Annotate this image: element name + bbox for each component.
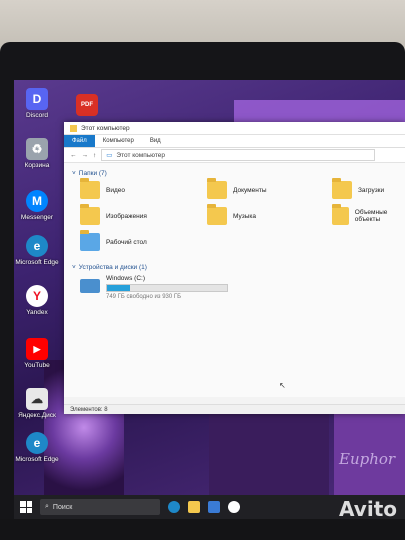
folder-video[interactable]: Видео — [80, 178, 125, 199]
window-title: Этот компьютер — [81, 124, 130, 132]
monitor-bottom — [0, 519, 405, 540]
status-bar: Элементов: 8 — [64, 404, 405, 414]
tab-view[interactable]: Вид — [142, 135, 169, 147]
messenger-icon: M — [26, 190, 48, 212]
windows-logo-tile — [26, 507, 32, 513]
devices-header-text: Устройства и диски (1) — [78, 264, 147, 271]
desktop-icon-label: Discord — [25, 112, 49, 119]
youtube-icon: ▶ — [26, 338, 48, 360]
explorer-content: ˅ Папки (7) Видео Документы Загрузки Изо… — [64, 163, 405, 397]
desktop-icon-messenger[interactable]: M Messenger — [14, 190, 60, 221]
cloud-icon: ☁ — [26, 388, 48, 410]
documents-folder-icon — [207, 178, 227, 199]
drive-usage-bar — [106, 284, 228, 292]
pictures-folder-icon — [80, 204, 100, 225]
folder-3d-objects[interactable]: Объемные объекты — [332, 204, 405, 225]
address-text: Этот компьютер — [116, 151, 166, 159]
yandex-icon: Y — [26, 285, 48, 307]
desktop-icon-label: Messenger — [20, 214, 54, 221]
search-label: Поиск — [52, 503, 73, 511]
pdf-icon: PDF — [76, 94, 98, 116]
windows-logo-tile — [20, 501, 26, 507]
store-taskbar-icon[interactable] — [208, 501, 220, 513]
avito-watermark: Avito — [339, 497, 397, 521]
folders-header-text: Папки (7) — [78, 170, 107, 177]
explorer-taskbar-icon[interactable] — [188, 501, 200, 513]
drive-icon — [80, 279, 100, 293]
desktop-icon-label: Yandex — [26, 309, 48, 316]
folder-label: Музыка — [233, 212, 256, 220]
folder-label: Объемные объекты — [354, 209, 388, 223]
folder-label: Рабочий стол — [106, 238, 147, 246]
windows-logo-tile — [20, 507, 26, 513]
video-folder-icon — [80, 178, 100, 199]
folder-documents[interactable]: Документы — [207, 178, 267, 199]
file-explorer-window: Этот компьютер Файл Компьютер Вид ← → ↑ … — [64, 122, 405, 414]
3d-objects-folder-icon — [332, 204, 349, 225]
drive-c[interactable]: Windows (C:) 749 ГБ свободно из 930 ГБ — [80, 275, 228, 300]
wall-background — [0, 0, 405, 48]
desktop-icon-label: Корзина — [24, 162, 50, 169]
desktop-icon-label: Яндекс.Диск — [18, 412, 56, 419]
desktop-icon-yandex-disk[interactable]: ☁ Яндекс.Диск — [14, 388, 60, 419]
chevron-down-icon: ˅ — [72, 264, 76, 271]
desktop-icon-youtube[interactable]: ▶ YouTube — [14, 338, 60, 369]
forward-icon[interactable]: → — [82, 152, 89, 159]
folder-music[interactable]: Музыка — [207, 204, 256, 225]
desktop-icon-recycle-bin[interactable]: ♻ Корзина — [14, 138, 60, 169]
ribbon: Файл Компьютер Вид — [64, 135, 405, 148]
folder-downloads[interactable]: Загрузки — [332, 178, 385, 199]
edge-taskbar-icon[interactable] — [168, 501, 180, 513]
folder-label: Документы — [233, 186, 267, 194]
desktop-icon-pdf[interactable]: PDF — [64, 94, 110, 116]
folders-group-header[interactable]: ˅ Папки (7) — [72, 170, 405, 177]
address-field[interactable]: ▭ Этот компьютер — [101, 149, 375, 161]
desktop-icon-discord[interactable]: D Discord — [14, 88, 60, 119]
drive-free-text: 749 ГБ свободно из 930 ГБ — [106, 294, 182, 300]
folders-grid: Видео Документы Загрузки Изображения Муз… — [72, 178, 405, 261]
devices-group-header[interactable]: ˅ Устройства и диски (1) — [72, 264, 405, 271]
folder-label: Загрузки — [358, 186, 385, 194]
windows-logo-tile — [26, 501, 32, 507]
chevron-down-icon: ˅ — [72, 170, 76, 177]
tab-computer[interactable]: Компьютер — [95, 135, 142, 147]
folder-label: Видео — [106, 186, 125, 194]
tab-file[interactable]: Файл — [64, 135, 95, 147]
wallpaper-text: Euphor — [339, 450, 396, 468]
up-icon[interactable]: ↑ — [93, 152, 96, 159]
desktop-folder-icon — [80, 230, 100, 251]
drives-area: Windows (C:) 749 ГБ свободно из 930 ГБ — [72, 275, 405, 305]
music-folder-icon — [207, 204, 227, 225]
drive-name: Windows (C:) — [106, 275, 146, 282]
discord-icon: D — [26, 88, 48, 110]
address-bar: ← → ↑ ▭ Этот компьютер — [64, 148, 405, 163]
desktop-icon-yandex[interactable]: Y Yandex — [14, 285, 60, 316]
folder-desktop[interactable]: Рабочий стол — [80, 230, 147, 251]
back-icon[interactable]: ← — [70, 152, 77, 159]
desktop-icon-edge-2[interactable]: e Microsoft Edge — [14, 432, 60, 463]
yandex-taskbar-icon[interactable] — [228, 501, 240, 513]
start-button[interactable] — [20, 501, 32, 513]
downloads-folder-icon — [332, 178, 352, 199]
desktop-icon-label: Microsoft Edge — [15, 456, 59, 463]
taskbar-search[interactable]: ⌕ Поиск — [40, 499, 160, 515]
edge-icon: e — [26, 432, 48, 454]
status-text: Элементов: 8 — [70, 406, 108, 413]
desktop-icon-label: YouTube — [24, 362, 50, 369]
drive-usage-fill — [107, 285, 130, 291]
mouse-cursor-icon: ↖ — [279, 381, 286, 390]
folder-label: Изображения — [106, 212, 147, 220]
folder-icon — [70, 124, 77, 132]
desktop-icon-edge[interactable]: e Microsoft Edge — [14, 235, 60, 266]
folder-pictures[interactable]: Изображения — [80, 204, 147, 225]
search-icon: ⌕ — [45, 503, 49, 510]
recycle-bin-icon: ♻ — [26, 138, 48, 160]
computer-icon: ▭ — [106, 152, 113, 159]
window-titlebar: Этот компьютер — [64, 122, 405, 135]
desktop-icon-label: Microsoft Edge — [15, 259, 59, 266]
wallpaper-butterfly — [209, 410, 329, 495]
edge-icon: e — [26, 235, 48, 257]
